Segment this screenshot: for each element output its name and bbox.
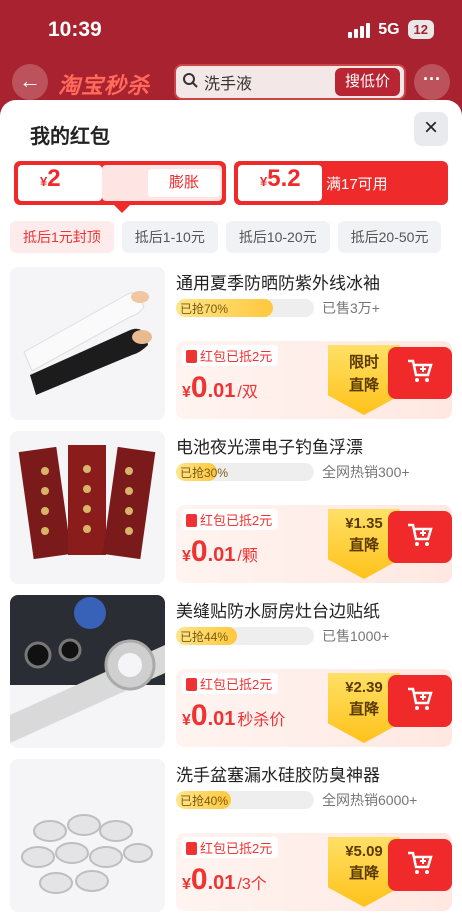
close-button[interactable]: × [414, 112, 448, 146]
product-item[interactable]: 洗手盆塞漏水硅胶防臭神器 已抢40% 全网热销6000+ 红包已抵2元 ¥0.0… [10, 759, 452, 914]
grab-progress: 已抢30% [176, 463, 314, 481]
coupon-condition: 满17可用 [326, 176, 388, 193]
network-label: 5G [378, 20, 400, 38]
tab-20-50[interactable]: 抵后20-50元 [337, 221, 442, 253]
cart-icon [408, 359, 433, 382]
redpack-icon [186, 842, 197, 855]
product-item[interactable]: 电池夜光漂电子钓鱼浮漂 已抢30% 全网热销300+ 红包已抵2元 ¥0.01/… [10, 431, 452, 586]
product-title[interactable]: 美缝贴防水厨房灶台边贴纸 [176, 597, 380, 622]
expand-coupon-button[interactable]: 膨胀 [148, 169, 220, 197]
cart-icon [408, 851, 433, 874]
grab-progress: 已抢70% [176, 299, 314, 317]
sold-count: 全网热销300+ [322, 464, 410, 480]
grab-progress: 已抢44% [176, 627, 314, 645]
search-button[interactable]: 搜低价 [334, 68, 400, 96]
product-title[interactable]: 电池夜光漂电子钓鱼浮漂 [176, 433, 363, 458]
deal-panel: 红包已抵2元 ¥0.01/3个 ¥5.09 直降 [176, 833, 452, 911]
product-title[interactable]: 通用夏季防晒防紫外线冰袖 [176, 269, 380, 294]
status-time: 10:39 [48, 18, 102, 41]
signal-icon [348, 22, 371, 38]
product-image[interactable] [10, 759, 165, 912]
redpack-tag: 红包已抵2元 [182, 837, 279, 858]
price: ¥0.01/颗 [182, 535, 258, 568]
redpack-tag: 红包已抵2元 [182, 345, 279, 366]
add-to-cart-button[interactable] [388, 675, 452, 727]
add-to-cart-button[interactable] [388, 347, 452, 399]
redpack-icon [186, 514, 197, 527]
tab-10-20[interactable]: 抵后10-20元 [225, 221, 330, 253]
battery-icon: 12 [407, 20, 434, 39]
add-to-cart-button[interactable] [388, 839, 452, 891]
status-bar: 10:39 5G 12 [0, 0, 462, 60]
redpack-icon [186, 350, 197, 363]
redpack-icon [186, 678, 197, 691]
grab-progress: 已抢40% [176, 791, 314, 809]
tab-under-1[interactable]: 抵后1元封顶 [10, 221, 114, 253]
status-indicators: 5G 12 [348, 20, 434, 39]
more-icon[interactable]: ··· [414, 64, 450, 100]
coupon-amount: ¥5.2 [238, 165, 322, 201]
search-input[interactable]: 洗手液 [204, 70, 335, 94]
sold-count: 已售3万+ [322, 300, 380, 316]
coupon-card[interactable]: ¥2 膨胀 [14, 161, 226, 213]
product-image[interactable] [10, 595, 165, 748]
coupon-card[interactable]: ¥5.2 满17可用 [234, 161, 448, 205]
redpack-tag: 红包已抵2元 [182, 509, 279, 530]
price: ¥0.01/双 [182, 371, 258, 404]
redpack-tag: 红包已抵2元 [182, 673, 279, 694]
price: ¥0.01/3个 [182, 863, 267, 896]
back-button[interactable]: ← [12, 64, 48, 100]
sold-count: 已售1000+ [322, 628, 390, 644]
product-image[interactable] [10, 267, 165, 420]
product-item[interactable]: 美缝贴防水厨房灶台边贴纸 已抢44% 已售1000+ 红包已抵2元 ¥0.01 秒… [10, 595, 452, 750]
sheet-title: 我的红包 [30, 126, 110, 148]
deal-panel: 红包已抵2元 ¥0.01/颗 ¥1.35 直降 [176, 505, 452, 583]
deal-panel: 红包已抵2元 ¥0.01/双 限时 直降 [176, 341, 452, 419]
product-title[interactable]: 洗手盆塞漏水硅胶防臭神器 [176, 761, 380, 786]
product-item[interactable]: 通用夏季防晒防紫外线冰袖 已抢70% 已售3万+ 红包已抵2元 ¥0.01/双 … [10, 267, 452, 422]
brand-logo: 淘宝秒杀 [58, 73, 151, 98]
search-icon [176, 72, 204, 92]
sold-count: 全网热销6000+ [322, 792, 418, 808]
coupon-amount: ¥2 [18, 165, 102, 201]
price: ¥0.01 秒杀价 [182, 699, 286, 732]
search-bar[interactable]: 洗手液 搜低价 [174, 64, 406, 100]
redpack-sheet: 我的红包 × ¥2 膨胀 ¥5.2 满17可用 抵后1元封顶 抵后1-10元 抵… [0, 100, 462, 920]
deal-panel: 红包已抵2元 ¥0.01 秒杀价 ¥2.39 直降 [176, 669, 452, 747]
cart-icon [408, 523, 433, 546]
add-to-cart-button[interactable] [388, 511, 452, 563]
cart-icon [408, 687, 433, 710]
product-image[interactable] [10, 431, 165, 584]
filter-tabs: 抵后1元封顶 抵后1-10元 抵后10-20元 抵后20-50元 [10, 221, 442, 253]
tab-1-10[interactable]: 抵后1-10元 [121, 221, 218, 253]
